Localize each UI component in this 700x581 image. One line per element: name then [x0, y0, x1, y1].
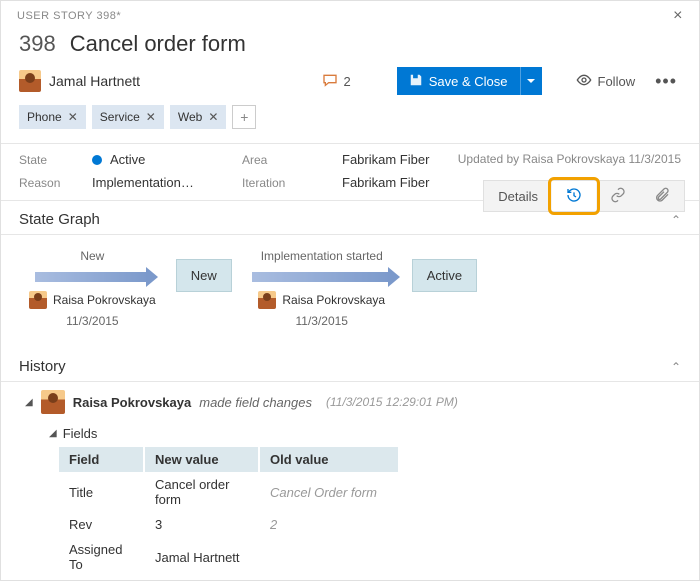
avatar	[41, 390, 65, 414]
tag-remove-icon[interactable]: ✕	[68, 110, 78, 124]
collapse-icon[interactable]: ⌃	[671, 213, 681, 227]
tab-links[interactable]	[596, 181, 640, 211]
area-value[interactable]: Fabrikam Fiber	[342, 152, 429, 167]
tab-history[interactable]	[552, 181, 596, 211]
fields-table: Field New value Old value Title Cancel o…	[59, 447, 400, 577]
avatar	[29, 291, 47, 309]
arrow-icon	[252, 272, 392, 282]
history-entry[interactable]: ◢ Raisa Pokrovskaya made field changes (…	[1, 382, 699, 418]
tag-remove-icon[interactable]: ✕	[146, 110, 156, 124]
reason-label: Reason	[19, 176, 74, 190]
state-node: Active	[412, 259, 477, 292]
history-heading: History	[19, 358, 66, 375]
col-old: Old value	[259, 447, 399, 472]
arrow-icon	[35, 272, 150, 282]
iteration-label: Iteration	[242, 176, 302, 190]
save-and-close-button[interactable]: Save & Close	[397, 67, 520, 95]
state-graph: New Raisa Pokrovskaya 11/3/2015 New Impl…	[1, 235, 699, 348]
table-row: Rev 3 2	[59, 512, 399, 537]
attachment-icon	[654, 187, 670, 206]
comment-icon	[322, 72, 338, 91]
state-graph-heading: State Graph	[19, 211, 100, 228]
history-icon	[566, 187, 582, 206]
tag-remove-icon[interactable]: ✕	[208, 110, 218, 124]
more-actions-button[interactable]: •••	[651, 71, 681, 92]
workitem-title[interactable]: Cancel order form	[70, 31, 246, 57]
state-node: New	[176, 259, 232, 292]
window-type-label: USER STORY 398*	[17, 10, 121, 22]
follow-button[interactable]: Follow	[568, 72, 644, 91]
fields-label: Fields	[63, 426, 98, 441]
tag-item[interactable]: Service ✕	[92, 105, 164, 129]
assignee-avatar[interactable]	[19, 70, 41, 92]
col-field: Field	[59, 447, 144, 472]
state-label: State	[19, 153, 74, 167]
tag-item[interactable]: Web ✕	[170, 105, 227, 129]
comments-count: 2	[344, 74, 351, 89]
tag-item[interactable]: Phone ✕	[19, 105, 86, 129]
state-field[interactable]: Active	[92, 152, 222, 167]
table-row: Assigned To Jamal Hartnett	[59, 537, 399, 577]
reason-value[interactable]: Implementation…	[92, 175, 222, 190]
updated-by-text: Updated by Raisa Pokrovskaya 11/3/2015	[458, 152, 681, 166]
tab-details[interactable]: Details	[484, 181, 552, 211]
area-label: Area	[242, 153, 302, 167]
workitem-id: 398	[19, 31, 56, 57]
comments-button[interactable]: 2	[322, 72, 351, 91]
expand-icon[interactable]: ◢	[25, 397, 33, 408]
avatar	[258, 291, 276, 309]
save-dropdown-button[interactable]	[520, 67, 542, 95]
eye-icon	[576, 72, 592, 91]
transition-label: New	[80, 249, 104, 263]
table-row: Title Cancel order form Cancel Order for…	[59, 472, 399, 512]
tab-attachments[interactable]	[640, 181, 684, 211]
link-icon	[610, 187, 626, 206]
col-new: New value	[144, 447, 259, 472]
add-tag-button[interactable]: +	[232, 105, 256, 129]
save-icon	[409, 73, 423, 90]
expand-icon[interactable]: ◢	[49, 428, 57, 439]
collapse-icon[interactable]: ⌃	[671, 360, 681, 374]
close-icon[interactable]: ×	[669, 7, 687, 25]
assignee-name[interactable]: Jamal Hartnett	[49, 73, 140, 89]
chevron-down-icon	[526, 74, 536, 89]
state-dot-icon	[92, 155, 102, 165]
transition-label: Implementation started	[261, 249, 383, 263]
iteration-value[interactable]: Fabrikam Fiber	[342, 175, 429, 190]
